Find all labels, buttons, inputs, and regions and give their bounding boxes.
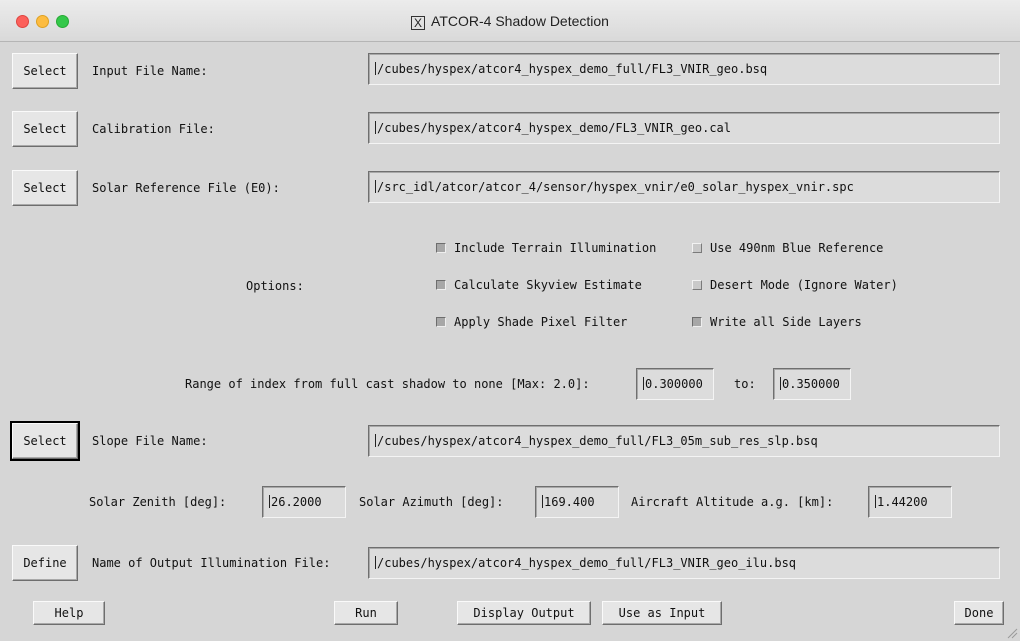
output-file-field[interactable]: /cubes/hyspex/atcor4_hyspex_demo_full/FL… bbox=[368, 547, 1000, 579]
calibration-file-label: Calibration File: bbox=[92, 122, 215, 136]
range-to-label: to: bbox=[734, 377, 756, 391]
solar-reference-field[interactable]: /src_idl/atcor/atcor_4/sensor/hyspex_vni… bbox=[368, 171, 1000, 203]
range-from-value: 0.300000 bbox=[645, 377, 703, 391]
solar-azimuth-field[interactable]: 169.400 bbox=[535, 486, 619, 518]
aircraft-altitude-value: 1.44200 bbox=[877, 495, 928, 509]
checkbox-icon bbox=[436, 317, 446, 327]
checkbox-label: Include Terrain Illumination bbox=[454, 241, 657, 255]
write-all-side-layers-checkbox[interactable]: Write all Side Layers bbox=[692, 315, 862, 329]
input-file-value: /cubes/hyspex/atcor4_hyspex_demo_full/FL… bbox=[377, 62, 768, 76]
text-cursor bbox=[375, 556, 376, 569]
select-slope-file-button[interactable]: Select bbox=[10, 421, 80, 461]
solar-azimuth-value: 169.400 bbox=[544, 495, 595, 509]
checkbox-label: Calculate Skyview Estimate bbox=[454, 278, 642, 292]
desert-mode-checkbox[interactable]: Desert Mode (Ignore Water) bbox=[692, 278, 898, 292]
aircraft-altitude-label: Aircraft Altitude a.g. [km]: bbox=[631, 495, 834, 509]
window-title-group: X ATCOR-4 Shadow Detection bbox=[0, 13, 1020, 30]
done-button[interactable]: Done bbox=[954, 601, 1004, 625]
select-solar-reference-button[interactable]: Select bbox=[12, 170, 78, 206]
calculate-skyview-estimate-checkbox[interactable]: Calculate Skyview Estimate bbox=[436, 278, 642, 292]
solar-reference-label: Solar Reference File (E0): bbox=[92, 181, 280, 195]
range-to-value: 0.350000 bbox=[782, 377, 840, 391]
apply-shade-pixel-filter-checkbox[interactable]: Apply Shade Pixel Filter bbox=[436, 315, 627, 329]
range-from-field[interactable]: 0.300000 bbox=[636, 368, 714, 400]
checkbox-label: Desert Mode (Ignore Water) bbox=[710, 278, 898, 292]
aircraft-altitude-field[interactable]: 1.44200 bbox=[868, 486, 952, 518]
slope-file-field[interactable]: /cubes/hyspex/atcor4_hyspex_demo_full/FL… bbox=[368, 425, 1000, 457]
output-file-value: /cubes/hyspex/atcor4_hyspex_demo_full/FL… bbox=[377, 556, 797, 570]
text-cursor bbox=[780, 377, 781, 390]
include-terrain-illumination-checkbox[interactable]: Include Terrain Illumination bbox=[436, 241, 656, 255]
use-490nm-blue-reference-checkbox[interactable]: Use 490nm Blue Reference bbox=[692, 241, 883, 255]
solar-zenith-field[interactable]: 26.2000 bbox=[262, 486, 346, 518]
window-titlebar: X ATCOR-4 Shadow Detection bbox=[0, 0, 1020, 42]
text-cursor bbox=[375, 62, 376, 75]
checkbox-label: Use 490nm Blue Reference bbox=[710, 241, 884, 255]
display-output-button[interactable]: Display Output bbox=[457, 601, 591, 625]
text-cursor bbox=[375, 121, 376, 134]
x11-app-icon: X bbox=[411, 16, 426, 30]
solar-reference-value: /src_idl/atcor/atcor_4/sensor/hyspex_vni… bbox=[377, 180, 854, 194]
text-cursor bbox=[542, 495, 543, 508]
calibration-file-field[interactable]: /cubes/hyspex/atcor4_hyspex_demo/FL3_VNI… bbox=[368, 112, 1000, 144]
input-file-field[interactable]: /cubes/hyspex/atcor4_hyspex_demo_full/FL… bbox=[368, 53, 1000, 85]
select-input-file-button[interactable]: Select bbox=[12, 53, 78, 89]
checkbox-icon bbox=[692, 317, 702, 327]
checkbox-label: Write all Side Layers bbox=[710, 315, 862, 329]
checkbox-label: Apply Shade Pixel Filter bbox=[454, 315, 628, 329]
window-title: ATCOR-4 Shadow Detection bbox=[431, 13, 609, 29]
run-button[interactable]: Run bbox=[334, 601, 398, 625]
slope-file-label: Slope File Name: bbox=[92, 434, 208, 448]
checkbox-icon bbox=[692, 243, 702, 253]
text-cursor bbox=[269, 495, 270, 508]
resize-grip-icon[interactable] bbox=[1006, 627, 1018, 639]
calibration-file-value: /cubes/hyspex/atcor4_hyspex_demo/FL3_VNI… bbox=[377, 121, 732, 135]
solar-zenith-label: Solar Zenith [deg]: bbox=[89, 495, 227, 509]
select-calibration-file-button[interactable]: Select bbox=[12, 111, 78, 147]
help-button[interactable]: Help bbox=[33, 601, 105, 625]
checkbox-icon bbox=[692, 280, 702, 290]
range-label: Range of index from full cast shadow to … bbox=[185, 377, 590, 391]
slope-file-value: /cubes/hyspex/atcor4_hyspex_demo_full/FL… bbox=[377, 434, 818, 448]
text-cursor bbox=[375, 434, 376, 447]
checkbox-icon bbox=[436, 243, 446, 253]
text-cursor bbox=[875, 495, 876, 508]
range-to-field[interactable]: 0.350000 bbox=[773, 368, 851, 400]
options-label: Options: bbox=[246, 279, 304, 293]
checkbox-icon bbox=[436, 280, 446, 290]
text-cursor bbox=[643, 377, 644, 390]
input-file-label: Input File Name: bbox=[92, 64, 208, 78]
dialog-body: Select Input File Name: /cubes/hyspex/at… bbox=[10, 42, 1012, 638]
output-file-label: Name of Output Illumination File: bbox=[92, 556, 331, 570]
define-output-file-button[interactable]: Define bbox=[12, 545, 78, 581]
use-as-input-button[interactable]: Use as Input bbox=[602, 601, 722, 625]
text-cursor bbox=[375, 180, 376, 193]
solar-zenith-value: 26.2000 bbox=[271, 495, 322, 509]
solar-azimuth-label: Solar Azimuth [deg]: bbox=[359, 495, 504, 509]
